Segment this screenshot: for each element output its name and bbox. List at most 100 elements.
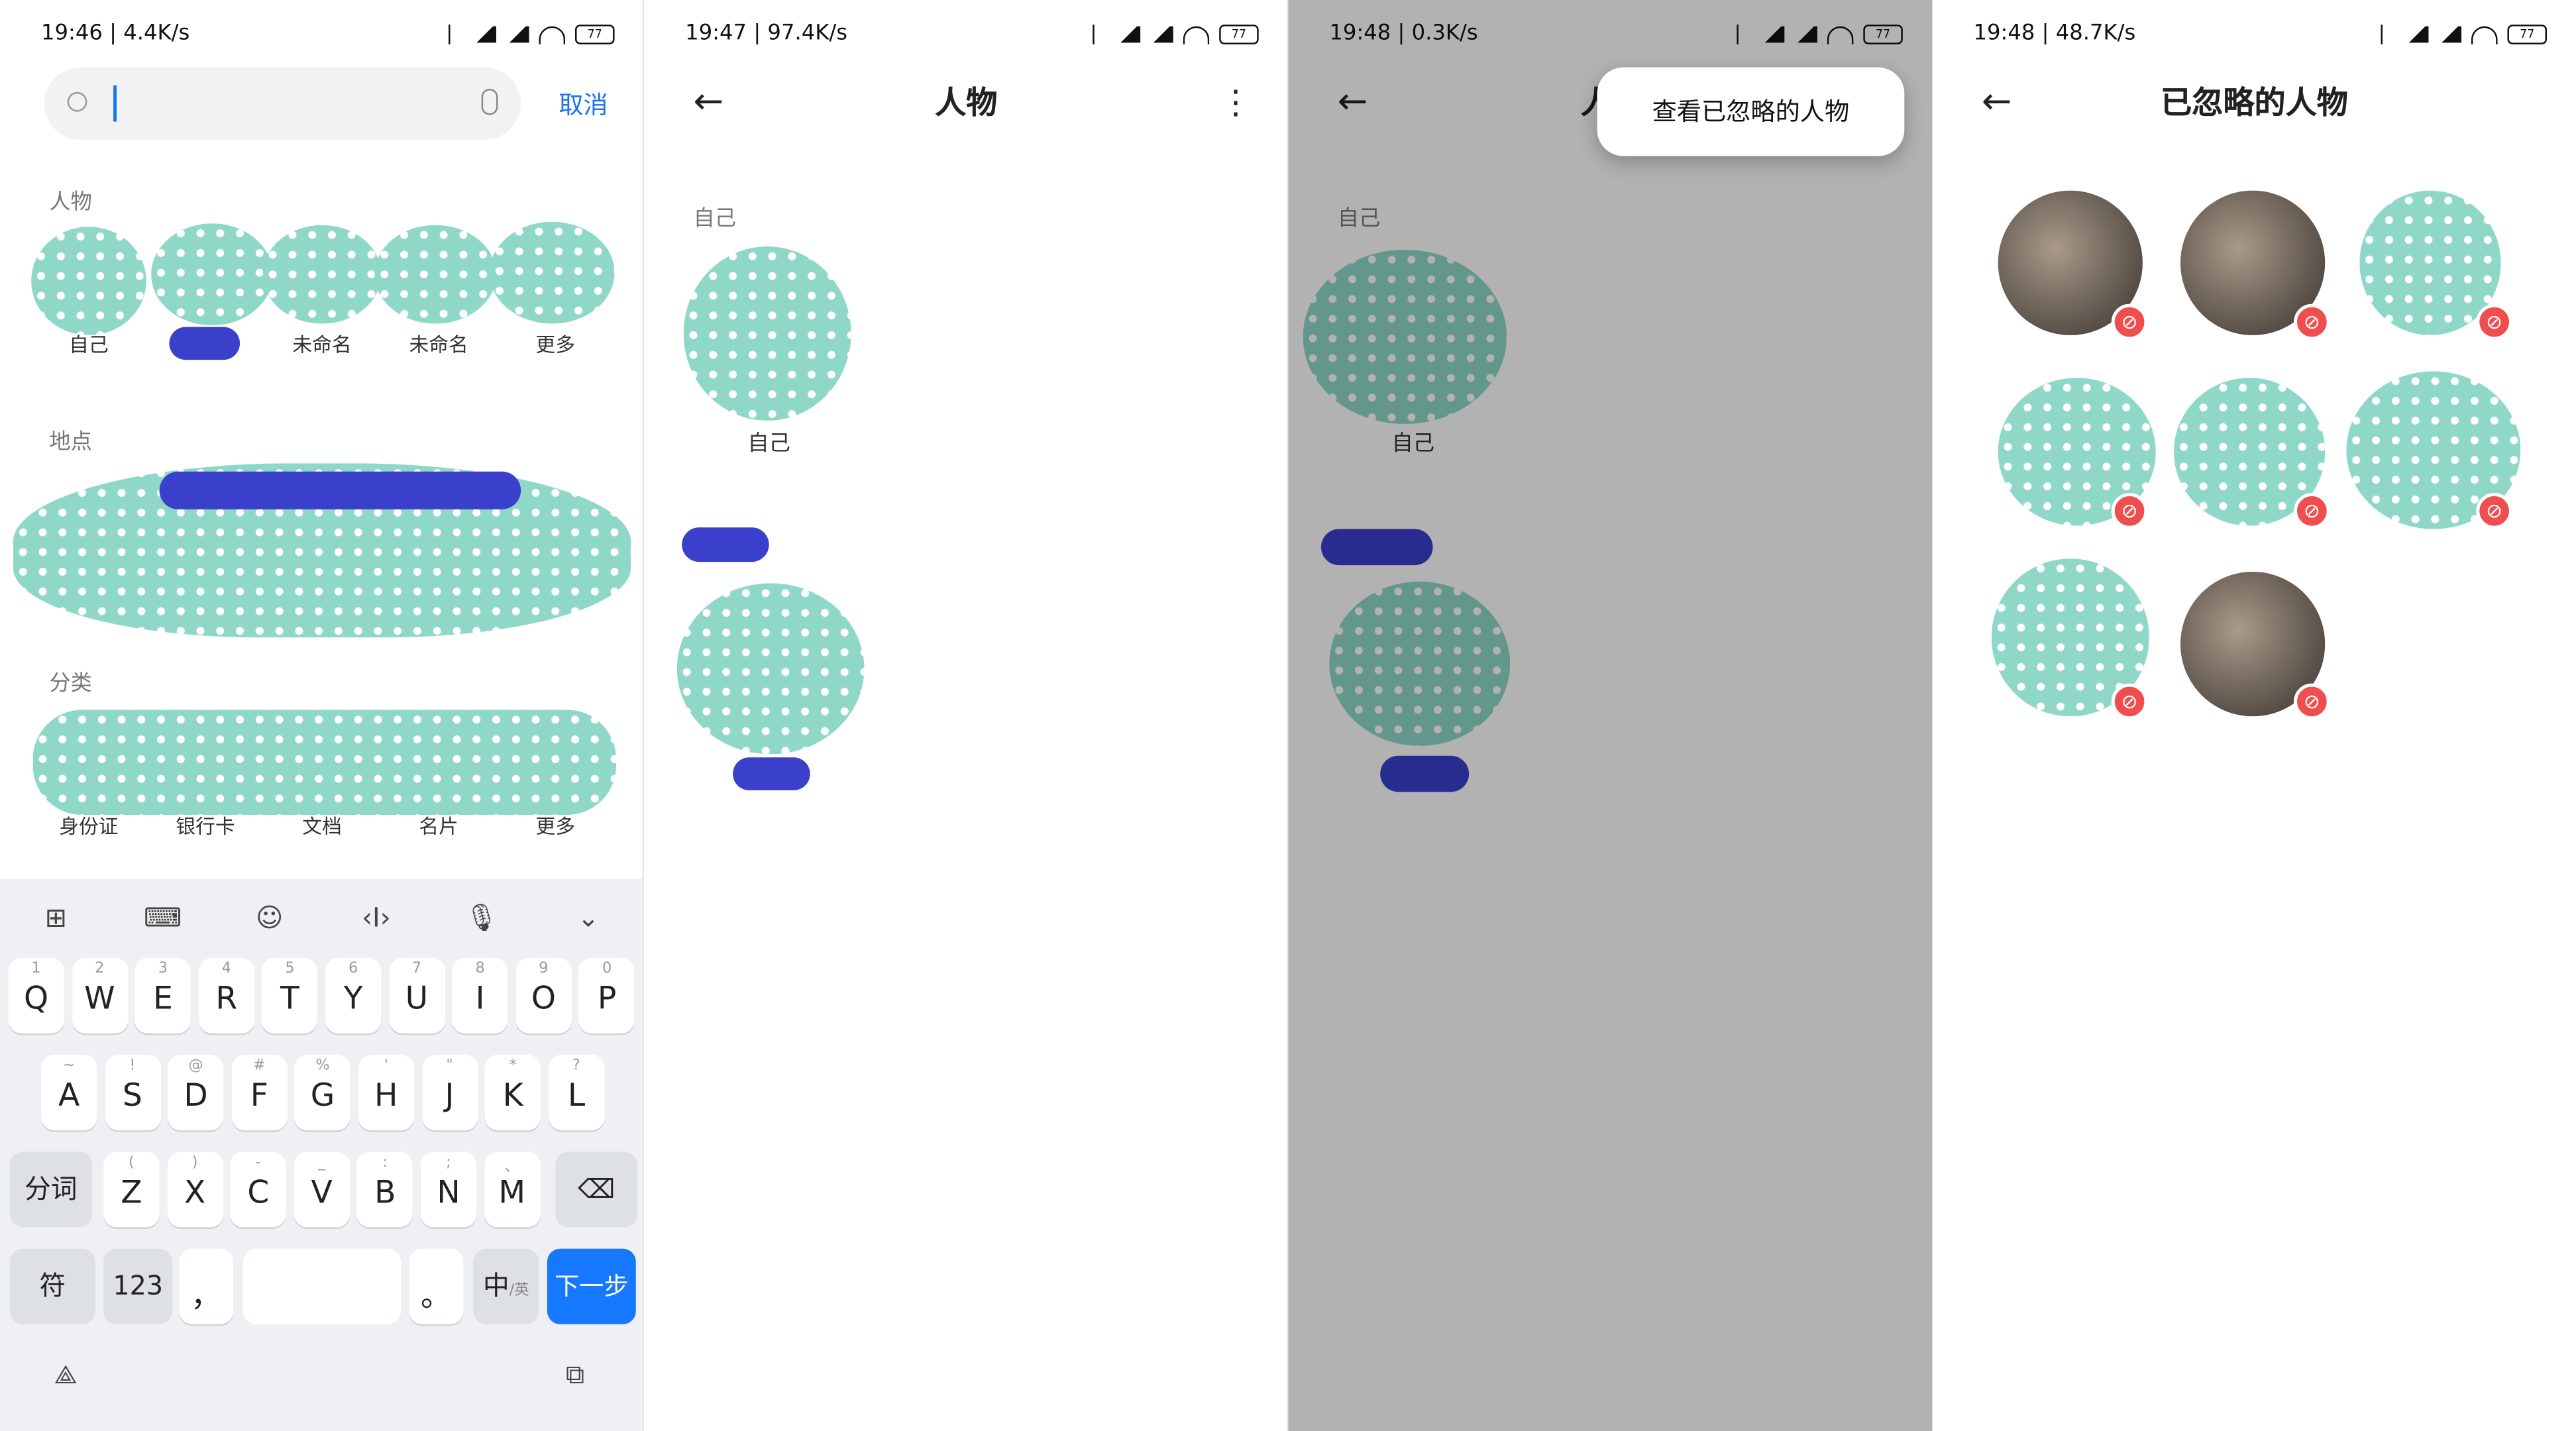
wifi-icon [2471,25,2498,44]
emoji-icon[interactable]: ☺ [250,899,290,939]
categories-section-title: 分类 [49,672,92,697]
key-g[interactable]: % G [294,1055,351,1131]
backspace-icon[interactable]: ⌫ [555,1151,638,1228]
segment-key[interactable]: 分词 [9,1151,92,1228]
person-avatar[interactable] [151,223,273,326]
symbol-key[interactable]: 符 [9,1248,95,1324]
key-x[interactable]: ) X [166,1151,223,1228]
key-char: W [83,980,115,1018]
key-e[interactable]: 3E [134,957,191,1034]
battery-icon: 77 [575,25,615,44]
ignored-badge-icon: ⊘ [2476,303,2512,341]
key-a[interactable]: ~ A [41,1055,97,1131]
person-avatar[interactable] [676,583,865,755]
key-char: D [184,1077,208,1114]
key-i[interactable]: 8I [452,957,508,1034]
key-char: Y [343,980,363,1018]
key-hint: ! [129,1058,136,1075]
language-toggle-key[interactable]: 中/英 [473,1248,539,1324]
key-c[interactable]: -C [230,1151,286,1228]
key-j[interactable]: " J [421,1055,478,1131]
ignored-badge-icon: ⊘ [2294,303,2330,341]
key-t[interactable]: 5T [262,957,318,1034]
space-key[interactable] [243,1248,402,1324]
key-n[interactable]: ; N [420,1151,477,1228]
key-z[interactable]: (Z [103,1151,160,1228]
key-hint: 8 [475,961,485,978]
category-label: 银行卡 [176,815,235,838]
person-avatar[interactable] [262,225,382,324]
ignored-people-panel: 19:48 | 48.7K/s 77 ← 已忽略的人物 ⊘ ⊘ ⊘ ⊘ ⊘ ⊘ … [1932,0,2576,1431]
mic-icon[interactable] [481,88,498,115]
signal-icon [506,26,529,43]
signal-icon [2438,26,2462,43]
more-menu-icon[interactable]: ⋮ [1219,82,1252,122]
person-label: 自己 [69,333,109,357]
comma-key[interactable]: ， [179,1248,234,1324]
key-y[interactable]: 6Y [325,957,382,1034]
self-label: 自己 [747,432,790,457]
key-char: R [215,980,238,1018]
key-char: E [153,980,173,1018]
key-o[interactable]: 9O [515,957,572,1034]
key-l[interactable]: ? L [548,1055,605,1131]
key-d[interactable]: @ D [168,1055,224,1131]
text-caret [113,85,117,122]
key-hint: " [446,1058,453,1075]
key-char: A [58,1077,80,1114]
ignored-badge-icon: ⊘ [2476,493,2512,529]
self-avatar[interactable] [683,246,851,421]
key-v[interactable]: _ V [294,1151,350,1228]
category-label: 文档 [302,815,342,838]
key-char: T [280,980,299,1018]
key-k[interactable]: * K [485,1055,541,1131]
status-bar: 19:46 | 4.4K/s 77 [41,20,615,50]
person-avatar[interactable] [374,225,496,324]
cancel-button[interactable]: 取消 [559,87,608,121]
cursor-icon[interactable]: ‹I› [356,899,396,939]
key-f[interactable]: # F [231,1055,288,1131]
key-hint: 、 [504,1159,519,1177]
key-s[interactable]: ! S [104,1055,161,1131]
key-u[interactable]: 7U [388,957,445,1034]
key-b[interactable]: :B [357,1151,413,1228]
category-more-label[interactable]: 更多 [506,812,605,839]
view-ignored-people-menu-item[interactable]: 查看已忽略的人物 [1597,67,1905,156]
battery-icon: 77 [2507,25,2547,44]
categories-thumbnails[interactable] [32,710,617,816]
key-m[interactable]: 、 M [484,1151,540,1228]
number-key[interactable]: 123 [103,1248,173,1324]
more-people-avatar[interactable] [490,221,615,324]
mic-icon[interactable]: 🎙 [462,899,502,939]
key-char: ， [190,1278,222,1314]
key-char: X [184,1175,206,1211]
keyboard: ⊞ ⌨ ☺ ‹I› 🎙 ⌄ 1 Q 2 W 3 E 4 R 5 T 6 Y 7 U 8 I 9 O 0 P ~ A! S @ D… [0,878,645,1431]
key-char: K [502,1077,523,1114]
redaction-mark [169,327,241,360]
grid-icon[interactable]: ⊞ [36,899,76,939]
signal-icon [473,26,496,43]
period-key[interactable]: 。 [409,1248,464,1324]
key-p[interactable]: 0P [578,957,635,1034]
search-input[interactable] [123,80,458,130]
key-h[interactable]: ' H [358,1055,414,1131]
key-hint: * [509,1058,517,1075]
key-r[interactable]: 4R [198,957,254,1034]
dim-overlay[interactable] [1288,0,1933,1431]
clipboard-icon[interactable]: ⧉ [555,1355,595,1395]
status-time: 19:48 | 48.7K/s [1973,21,2136,46]
more-label[interactable]: 更多 [506,330,605,358]
next-step-button[interactable]: 下一步 [547,1248,636,1324]
keyboard-icon[interactable]: ⌨ [143,899,183,939]
collapse-icon[interactable]: ⌄ [568,899,608,939]
key-char: L [567,1077,586,1114]
key-hint: 0 [602,961,612,978]
logo-icon[interactable]: ⟁ [46,1355,85,1395]
battery-icon: 77 [1219,25,1259,44]
key-q[interactable]: 1Q [8,957,64,1034]
key-w[interactable]: 2W [72,957,128,1034]
redaction-mark [682,527,769,562]
person-avatar[interactable] [31,227,146,335]
search-field[interactable] [44,67,521,140]
key-char: U [405,980,429,1018]
